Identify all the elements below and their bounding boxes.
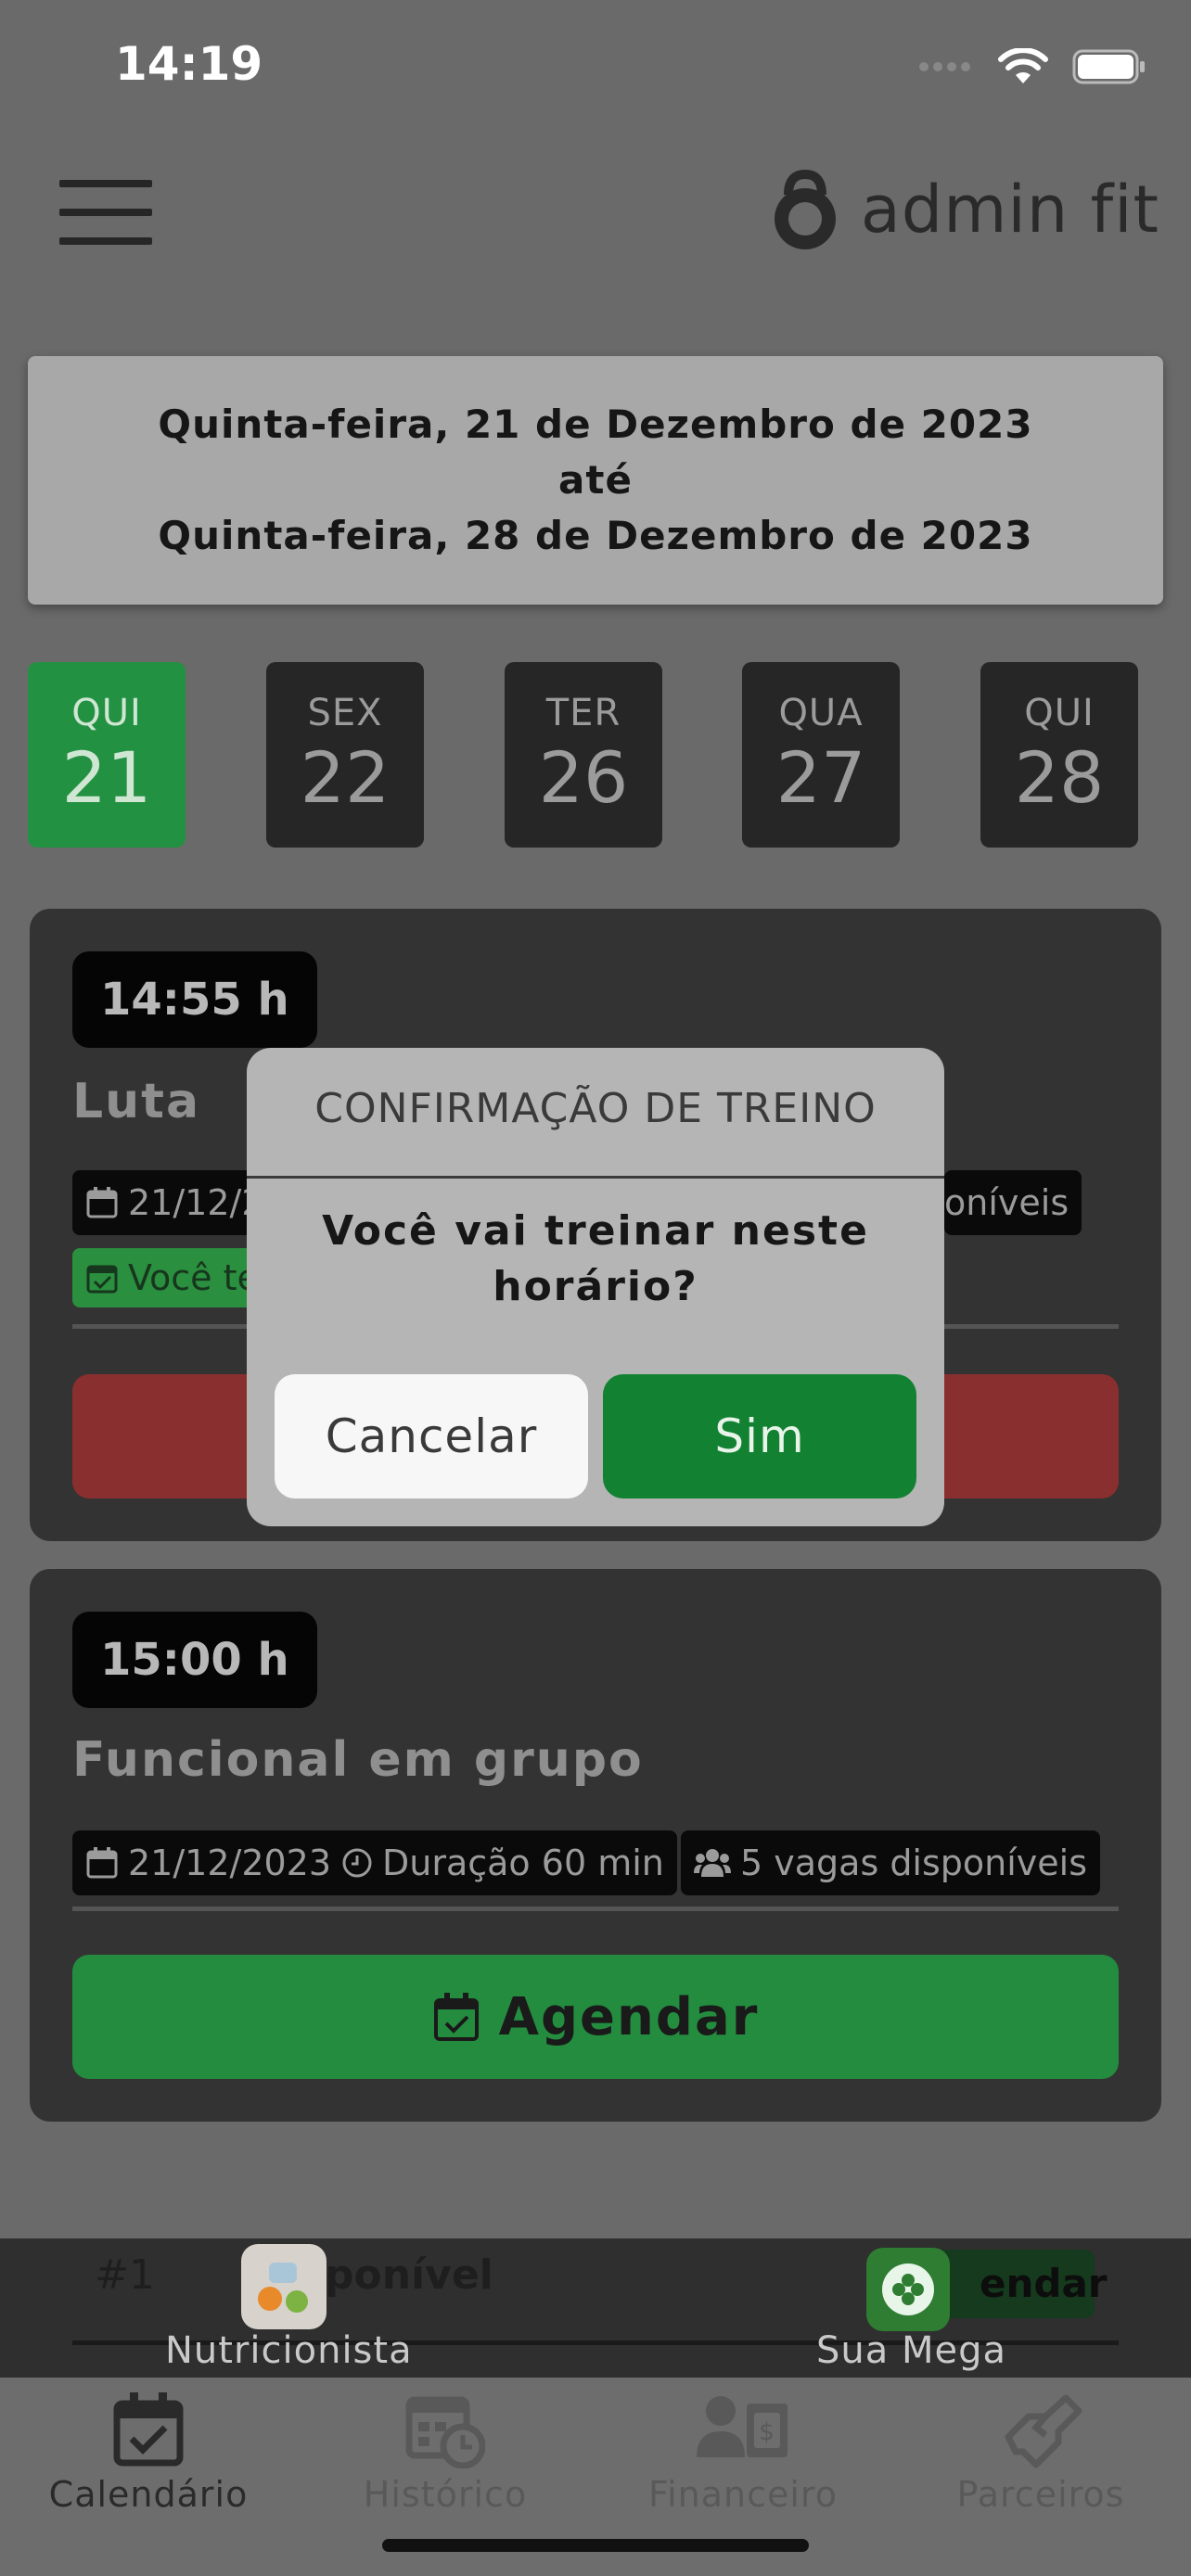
tab-label: Histórico <box>363 2474 528 2515</box>
day-name: TER <box>545 691 621 734</box>
handshake-icon <box>1005 2394 1082 2468</box>
nutritionist-label[interactable]: Nutricionista <box>165 2329 413 2372</box>
wifi-icon <box>998 48 1048 83</box>
battery-icon <box>1072 49 1145 84</box>
day-name: QUI <box>1024 691 1095 734</box>
class-time: 14:55 h <box>72 951 317 1048</box>
clock-icon <box>342 1848 372 1878</box>
class-title: Funcional em grupo <box>72 1732 644 1788</box>
scheduled-text: Você te <box>128 1257 259 1298</box>
nutritionist-avatar[interactable] <box>241 2244 327 2329</box>
clover-icon <box>882 2264 934 2315</box>
class-time: 15:00 h <box>72 1612 317 1708</box>
home-indicator[interactable] <box>382 2539 809 2552</box>
strip-schedule-label: endar <box>980 2261 1108 2306</box>
class-card-funcional: 15:00 h Funcional em grupo 21/12/2023 Du… <box>30 1569 1161 2122</box>
history-calendar-icon <box>405 2396 485 2468</box>
app-logo: admin fit <box>762 167 1159 252</box>
tab-label: Calendário <box>48 2474 249 2515</box>
calendar-check-icon <box>113 2392 184 2467</box>
range-start: Quinta-feira, 21 de Dezembro de 2023 <box>158 402 1033 447</box>
tab-label: Parceiros <box>956 2474 1125 2515</box>
tab-historico[interactable]: Histórico <box>306 2391 584 2515</box>
modal-message: Você vai treinar neste horário? <box>322 1207 869 1310</box>
day-number: 22 <box>300 735 391 819</box>
finance-id-card-icon: $ <box>697 2396 788 2457</box>
kettlebell-icon <box>774 169 836 249</box>
modal-cancel-button[interactable]: Cancelar <box>275 1374 588 1498</box>
partner-strip: #1 ponível endar Nutricionista Sua Mega <box>0 2238 1191 2378</box>
sua-mega-avatar[interactable] <box>866 2248 950 2331</box>
schedule-button[interactable]: Agendar <box>72 1955 1119 2079</box>
duration-text: Duração 60 min <box>382 1843 664 1883</box>
day-chip-thu-21[interactable]: QUI 21 <box>28 662 186 848</box>
class-date: 21/12/2023 <box>128 1843 332 1883</box>
users-icon <box>694 1849 731 1877</box>
tab-financeiro[interactable]: $ Financeiro <box>604 2391 882 2515</box>
modal-title: CONFIRMAÇÃO DE TREINO <box>314 1085 877 1132</box>
day-name: QUA <box>778 691 864 734</box>
calendar-check-icon <box>433 1993 479 2041</box>
availability-text: ponível <box>325 2251 493 2299</box>
status-indicators <box>918 48 1146 85</box>
status-time: 14:19 <box>115 37 263 91</box>
card-divider <box>72 1906 1119 1911</box>
day-number: 21 <box>61 735 152 819</box>
class-date-tag: 21/12/2023 <box>72 1830 345 1895</box>
day-name: SEX <box>307 691 383 734</box>
modal-divider <box>247 1176 944 1179</box>
range-end: Quinta-feira, 28 de Dezembro de 2023 <box>158 513 1033 558</box>
day-chip-thu-28[interactable]: QUI 28 <box>980 662 1138 848</box>
vacancies-text: oníveis <box>944 1182 1069 1223</box>
day-chip-tue-26[interactable]: TER 26 <box>505 662 662 848</box>
tab-parceiros[interactable]: Parceiros <box>902 2391 1180 2515</box>
class-title: Luta <box>72 1074 201 1129</box>
vacancies-tag: oníveis <box>944 1170 1082 1235</box>
duration-tag: Duração 60 min <box>328 1830 677 1895</box>
day-number: 28 <box>1014 735 1105 819</box>
day-number: 27 <box>775 735 866 819</box>
tab-label: Financeiro <box>648 2474 838 2515</box>
svg-text:$: $ <box>759 2418 775 2446</box>
day-number: 26 <box>538 735 629 819</box>
schedule-button-label: Agendar <box>498 1986 760 2047</box>
calendar-icon <box>86 1847 118 1879</box>
logo-text: admin fit <box>860 172 1159 248</box>
rank-label: #1 <box>95 2251 155 2299</box>
calendar-check-icon <box>86 1265 118 1294</box>
date-range-banner: Quinta-feira, 21 de Dezembro de 2023 até… <box>28 356 1163 605</box>
vacancies-text: 5 vagas disponíveis <box>740 1843 1088 1883</box>
scheduled-tag: Você te <box>72 1248 272 1307</box>
confirmation-modal: CONFIRMAÇÃO DE TREINO Você vai treinar n… <box>247 1048 944 1526</box>
day-chip-fri-22[interactable]: SEX 22 <box>266 662 424 848</box>
day-chip-wed-27[interactable]: QUA 27 <box>742 662 900 848</box>
cellular-signal-icon <box>919 62 970 71</box>
sua-mega-label[interactable]: Sua Mega <box>816 2329 1006 2372</box>
vacancies-tag: 5 vagas disponíveis <box>681 1830 1101 1895</box>
calendar-icon <box>86 1187 118 1218</box>
tab-calendario[interactable]: Calendário <box>9 2391 288 2515</box>
modal-confirm-button[interactable]: Sim <box>603 1374 916 1498</box>
range-connector: até <box>558 457 633 503</box>
day-name: QUI <box>71 691 142 734</box>
hamburger-menu-icon[interactable] <box>59 180 152 245</box>
